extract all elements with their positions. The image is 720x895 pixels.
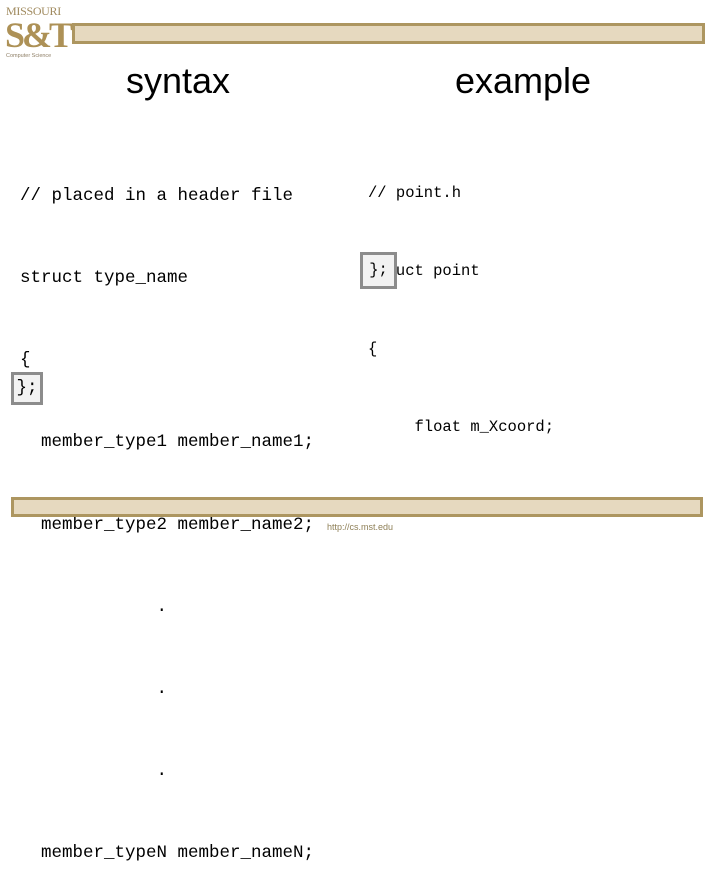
code-line: struct type_name: [20, 268, 189, 289]
ellipsis-dot: .: [20, 596, 168, 617]
code-line: {: [368, 340, 378, 358]
syntax-closing-brace-highlight: };: [11, 372, 43, 405]
ellipsis-dot: .: [20, 679, 168, 700]
missouri-st-logo: MISSOURI S&T Computer Science: [4, 3, 73, 63]
ellipsis-dot: .: [20, 761, 168, 782]
code-line: member_type1 member_name1;: [20, 432, 315, 453]
logo-st-text: S&T: [5, 15, 73, 55]
logo-department-text: Computer Science: [6, 53, 52, 59]
example-code-block: // point.h struct point { float m_Xcoord…: [368, 128, 554, 544]
example-closing-brace-highlight: };: [360, 252, 397, 289]
code-line: {: [20, 350, 31, 371]
syntax-heading: syntax: [126, 60, 231, 101]
header-decorative-bar: [72, 23, 705, 44]
example-heading: example: [455, 60, 592, 101]
footer-url-link[interactable]: http://cs.mst.edu: [0, 522, 720, 532]
code-line: // placed in a header file: [20, 185, 294, 206]
code-line: member_typeN member_nameN;: [20, 843, 315, 864]
code-line: float m_Xcoord;: [368, 418, 555, 436]
code-line: // point.h: [368, 184, 462, 202]
footer-decorative-bar: [11, 497, 703, 517]
